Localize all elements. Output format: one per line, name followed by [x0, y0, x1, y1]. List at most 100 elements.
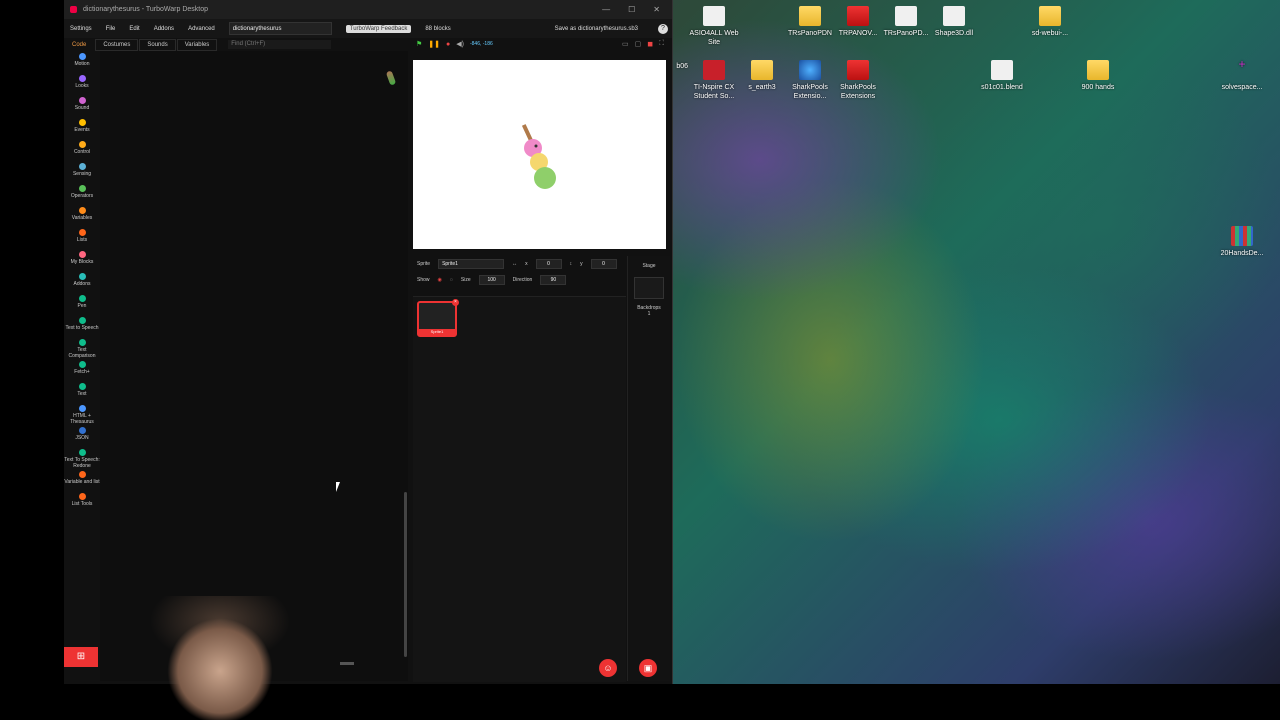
menu-settings[interactable]: Settings — [70, 26, 92, 32]
category-dot-icon — [78, 427, 86, 434]
stage-label: Stage — [642, 263, 656, 269]
category-text-to-speech-redone[interactable]: Text To Speech: Redone — [64, 449, 100, 469]
sprite-name-input[interactable]: Sprite1 — [438, 259, 505, 269]
project-title-input[interactable]: dictionarythesurus — [228, 22, 332, 35]
category-text[interactable]: Text — [64, 383, 100, 403]
category-dot-icon — [78, 229, 86, 236]
ti-nspire-icon — [703, 60, 725, 80]
category-my-blocks[interactable]: My Blocks — [64, 251, 100, 271]
category-text-to-speech[interactable]: Text to Speech — [64, 317, 100, 337]
category-dot-icon — [78, 339, 86, 346]
desktop-icon-blend[interactable]: s01c01.blend — [972, 60, 1032, 92]
category-dot-icon — [78, 163, 86, 170]
show-label: Show — [417, 277, 430, 283]
menu-file[interactable]: File — [106, 26, 116, 32]
category-label: JSON — [75, 435, 89, 441]
category-addons[interactable]: Addons — [64, 273, 100, 293]
show-hidden-icon[interactable]: ◌ — [450, 277, 453, 283]
save-as-button[interactable]: Save as dictionarythesurus.sb3 — [555, 26, 638, 32]
category-variables[interactable]: Variables — [64, 207, 100, 227]
category-dot-icon — [78, 53, 86, 60]
desktop-black-edge — [0, 0, 64, 720]
category-sound[interactable]: Sound — [64, 97, 100, 117]
direction-input[interactable]: 90 — [540, 275, 567, 285]
pause-icon[interactable]: ❚❚ — [428, 40, 440, 48]
category-motion[interactable]: Motion — [64, 53, 100, 73]
document-icon — [895, 6, 917, 26]
category-variable-and-list[interactable]: Variable and list — [64, 471, 100, 491]
solvespace-icon: + — [1238, 57, 1246, 71]
sprite-tile[interactable]: × Sprite1 — [417, 299, 459, 337]
show-visible-icon[interactable]: ◉ — [438, 277, 442, 283]
code-workspace[interactable] — [100, 51, 408, 681]
workspace-vertical-scrollbar[interactable] — [404, 492, 407, 657]
help-icon[interactable]: ? — [658, 23, 668, 34]
category-label: Operators — [70, 193, 94, 199]
mute-icon[interactable]: ◀) — [456, 40, 464, 48]
mouse-coordinates: -846, -186 — [469, 41, 493, 47]
category-fetch-[interactable]: Fetch+ — [64, 361, 100, 381]
window-title: dictionarythesurus - TurboWarp Desktop — [83, 6, 209, 13]
category-label: Sound — [74, 105, 90, 111]
popout-icon[interactable]: ◼ — [647, 40, 653, 48]
large-stage-icon[interactable]: ▢ — [635, 40, 642, 48]
stage-selector[interactable]: Stage Backdrops 1 — [627, 256, 670, 681]
category-operators[interactable]: Operators — [64, 185, 100, 205]
category-list-tools[interactable]: List Tools — [64, 493, 100, 513]
find-input[interactable]: Find (Ctrl+F) — [228, 40, 332, 49]
green-flag-icon[interactable]: ⚑ — [416, 40, 422, 48]
desktop-icon-asio4all[interactable]: ASIO4ALL Web Site — [684, 6, 744, 47]
desktop-icon-20hands[interactable]: 20HandsDe... — [1212, 226, 1272, 258]
fullscreen-icon[interactable]: ⛶ — [659, 40, 664, 48]
stage-canvas[interactable] — [413, 60, 666, 249]
desktop-icon-sd-webui[interactable]: sd-webui-... — [1020, 6, 1080, 38]
menu-addons[interactable]: Addons — [154, 26, 174, 32]
menu-advanced[interactable]: Advanced — [188, 26, 215, 32]
tab-code[interactable]: Code — [64, 39, 94, 51]
category-events[interactable]: Events — [64, 119, 100, 139]
category-label: Sensing — [72, 171, 92, 177]
category-text-comparison[interactable]: Text Comparison — [64, 339, 100, 359]
category-dot-icon — [78, 317, 86, 324]
category-html-thesaurus[interactable]: HTML + Thesaurus — [64, 405, 100, 425]
workspace-sprite-icon — [385, 70, 397, 86]
category-dot-icon — [78, 207, 86, 214]
package-icon — [847, 60, 869, 80]
desktop-icon-shape3d[interactable]: Shape3D.dll — [924, 6, 984, 38]
desktop-icon-sharkpools-ext[interactable]: SharkPools Extensions — [828, 60, 888, 101]
close-button[interactable]: ✕ — [653, 5, 660, 14]
blocks-count[interactable]: 88 blocks — [425, 26, 450, 32]
menu-edit[interactable]: Edit — [129, 26, 139, 32]
tab-variables[interactable]: Variables — [176, 38, 218, 51]
desktop-icon-900-hands[interactable]: 900 hands — [1068, 60, 1128, 92]
size-input[interactable]: 100 — [478, 275, 505, 285]
x-input[interactable]: 0 — [535, 259, 562, 269]
add-extension-button[interactable]: ⊞ — [64, 647, 98, 667]
y-input[interactable]: 0 — [590, 259, 617, 269]
category-json[interactable]: JSON — [64, 427, 100, 447]
minimize-button[interactable]: — — [602, 5, 610, 14]
add-backdrop-button[interactable]: ▣ — [639, 659, 657, 677]
workspace-horizontal-scrollbar[interactable] — [340, 662, 354, 665]
category-sensing[interactable]: Sensing — [64, 163, 100, 183]
sprite-figure[interactable] — [517, 124, 567, 194]
desktop-icon-solvespace[interactable]: + solvespace... — [1212, 57, 1272, 92]
maximize-button[interactable]: ☐ — [628, 5, 635, 14]
small-stage-icon[interactable]: ▭ — [622, 40, 629, 48]
category-label: Variables — [71, 215, 93, 221]
category-control[interactable]: Control — [64, 141, 100, 161]
menu-bar: Settings File Edit Addons Advanced dicti… — [64, 19, 672, 38]
category-pen[interactable]: Pen — [64, 295, 100, 315]
tab-costumes[interactable]: Costumes — [95, 38, 139, 51]
stop-icon[interactable]: ● — [446, 41, 450, 48]
category-lists[interactable]: Lists — [64, 229, 100, 249]
webcam-overlay — [100, 596, 335, 720]
category-looks[interactable]: Looks — [64, 75, 100, 95]
feedback-button[interactable]: TurboWarp Feedback — [345, 24, 412, 33]
category-label: Looks — [75, 83, 89, 89]
add-sprite-button[interactable]: ☺ — [599, 659, 617, 677]
stage-controls: ⚑ ❚❚ ● ◀) -846, -186 — [416, 40, 493, 49]
delete-sprite-icon[interactable]: × — [452, 299, 459, 306]
tab-sounds[interactable]: Sounds — [139, 38, 176, 51]
folder-icon — [799, 6, 821, 26]
